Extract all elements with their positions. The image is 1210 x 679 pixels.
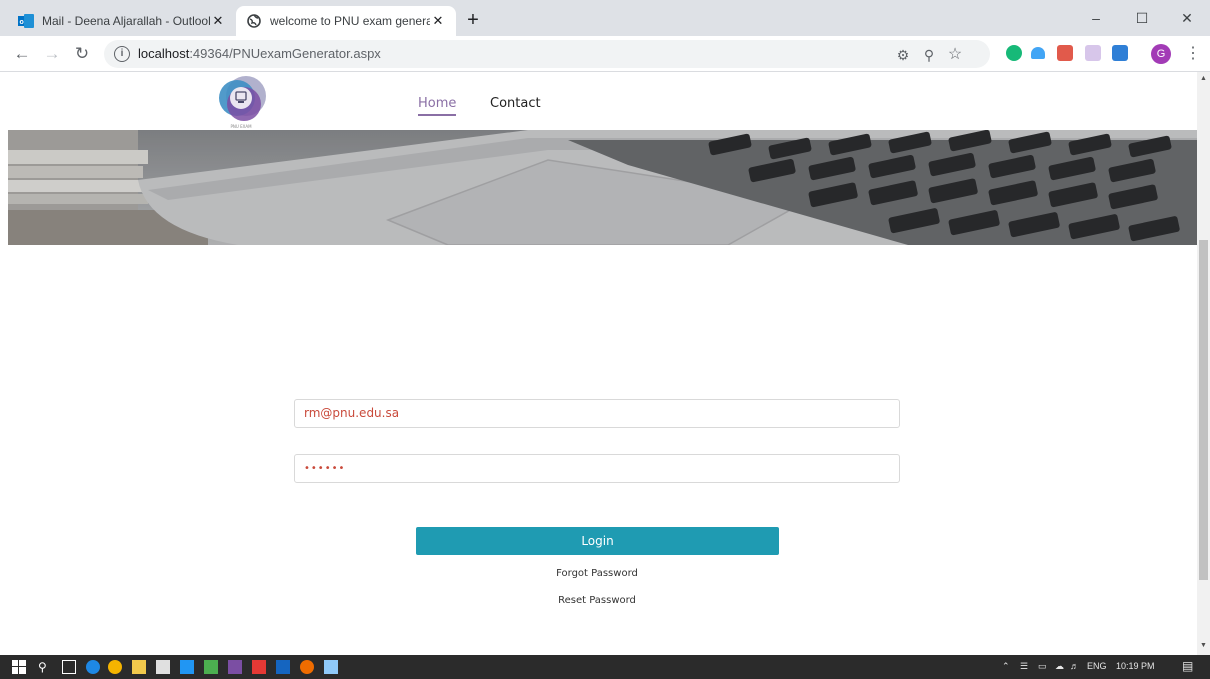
volume-icon[interactable]: ♬ xyxy=(1070,661,1079,671)
tab-title: welcome to PNU exam generator xyxy=(270,14,430,28)
powerpoint-icon[interactable] xyxy=(252,660,266,674)
chrome-icon[interactable] xyxy=(108,660,122,674)
minimize-button[interactable]: – xyxy=(1073,0,1119,36)
search-icon[interactable]: ⚲ xyxy=(38,660,52,674)
close-tab-icon[interactable]: ✕ xyxy=(210,13,226,29)
tray-chevron-icon[interactable]: ⌃ xyxy=(1002,661,1010,672)
tab-title: Mail - Deena Aljarallah - Outlook xyxy=(42,14,210,28)
camera-extension-icon[interactable] xyxy=(1112,45,1128,61)
globe-icon xyxy=(246,13,262,29)
tab-pnu-exam-generator[interactable]: welcome to PNU exam generator ✕ xyxy=(236,6,456,36)
close-window-button[interactable]: ✕ xyxy=(1164,0,1210,36)
close-tab-icon[interactable]: ✕ xyxy=(430,13,446,29)
clock[interactable]: 10:19 PM xyxy=(1116,661,1155,671)
site-header: PNU EXAM Home Contact xyxy=(0,72,1197,130)
address-bar[interactable]: i localhost:49364/PNUexamGenerator.aspx … xyxy=(104,40,990,68)
nav-contact-link[interactable]: Contact xyxy=(490,96,541,111)
app-icon[interactable] xyxy=(324,660,338,674)
nav-home-link[interactable]: Home xyxy=(418,96,457,116)
pdf-extension-icon[interactable] xyxy=(1057,45,1073,61)
reload-icon[interactable]: ↻ xyxy=(70,42,94,66)
hero-banner-image xyxy=(8,130,1197,245)
cloud-extension-icon[interactable] xyxy=(1031,47,1045,59)
windows-start-icon[interactable] xyxy=(12,660,26,674)
word-icon[interactable] xyxy=(276,660,290,674)
pnu-exam-generator-logo[interactable]: PNU EXAM xyxy=(208,76,278,138)
password-field[interactable]: •••••• xyxy=(294,454,900,483)
browser-menu-icon[interactable]: ⋮ xyxy=(1181,42,1205,66)
extension-icon[interactable] xyxy=(1085,45,1101,61)
visual-studio-icon[interactable] xyxy=(228,660,242,674)
zoom-icon[interactable]: ⚲ xyxy=(920,46,938,64)
app-icon[interactable] xyxy=(204,660,218,674)
onedrive-icon[interactable]: ☁ xyxy=(1055,661,1064,672)
maximize-button[interactable]: ☐ xyxy=(1119,0,1165,36)
outlook-icon: o xyxy=(18,13,34,29)
info-icon[interactable]: i xyxy=(114,46,130,62)
browser-toolbar: ← → ↻ i localhost:49364/PNUexamGenerator… xyxy=(0,36,1210,72)
firefox-icon[interactable] xyxy=(300,660,314,674)
notification-icon[interactable]: ▤ xyxy=(1182,659,1193,673)
page-scrollbar[interactable]: ▲ ▼ xyxy=(1197,72,1210,655)
tab-outlook[interactable]: o Mail - Deena Aljarallah - Outlook ✕ xyxy=(8,6,236,36)
edge-icon[interactable] xyxy=(86,660,100,674)
forgot-password-link[interactable]: Forgot Password xyxy=(497,568,697,579)
task-view-icon[interactable] xyxy=(62,660,76,674)
back-arrow-icon[interactable]: ← xyxy=(10,42,34,66)
mail-icon[interactable] xyxy=(180,660,194,674)
network-icon[interactable]: ☰ xyxy=(1020,661,1028,672)
scroll-up-arrow-icon[interactable]: ▲ xyxy=(1200,75,1207,82)
profile-avatar[interactable]: G xyxy=(1151,44,1171,64)
svg-text:PNU EXAM: PNU EXAM xyxy=(230,124,252,129)
bookmark-star-icon[interactable]: ☆ xyxy=(946,46,964,64)
scroll-down-arrow-icon[interactable]: ▼ xyxy=(1200,642,1207,649)
store-icon[interactable] xyxy=(156,660,170,674)
windows-taskbar: ⚲ ⌃ ☰ ▭ ☁ ♬ ENG 10:19 PM ▤ xyxy=(0,655,1210,679)
web-page: PNU EXAM Home Contact rm@pnu.edu.sa ••••… xyxy=(0,72,1197,655)
svg-text:o: o xyxy=(20,19,24,26)
language-indicator[interactable]: ENG xyxy=(1087,661,1107,671)
login-button[interactable]: Login xyxy=(416,527,779,555)
url-text[interactable]: localhost:49364/PNUexamGenerator.aspx xyxy=(138,46,381,61)
reset-password-link[interactable]: Reset Password xyxy=(497,595,697,606)
key-icon[interactable]: ⚙ xyxy=(894,46,912,64)
grammarly-icon[interactable] xyxy=(1006,45,1022,61)
email-field[interactable]: rm@pnu.edu.sa xyxy=(294,399,900,428)
new-tab-button[interactable]: + xyxy=(462,10,484,32)
battery-icon[interactable]: ▭ xyxy=(1038,661,1047,672)
file-explorer-icon[interactable] xyxy=(132,660,146,674)
browser-tab-strip: o Mail - Deena Aljarallah - Outlook ✕ we… xyxy=(0,0,1210,36)
forward-arrow-icon[interactable]: → xyxy=(40,42,64,66)
scrollbar-thumb[interactable] xyxy=(1199,240,1208,580)
